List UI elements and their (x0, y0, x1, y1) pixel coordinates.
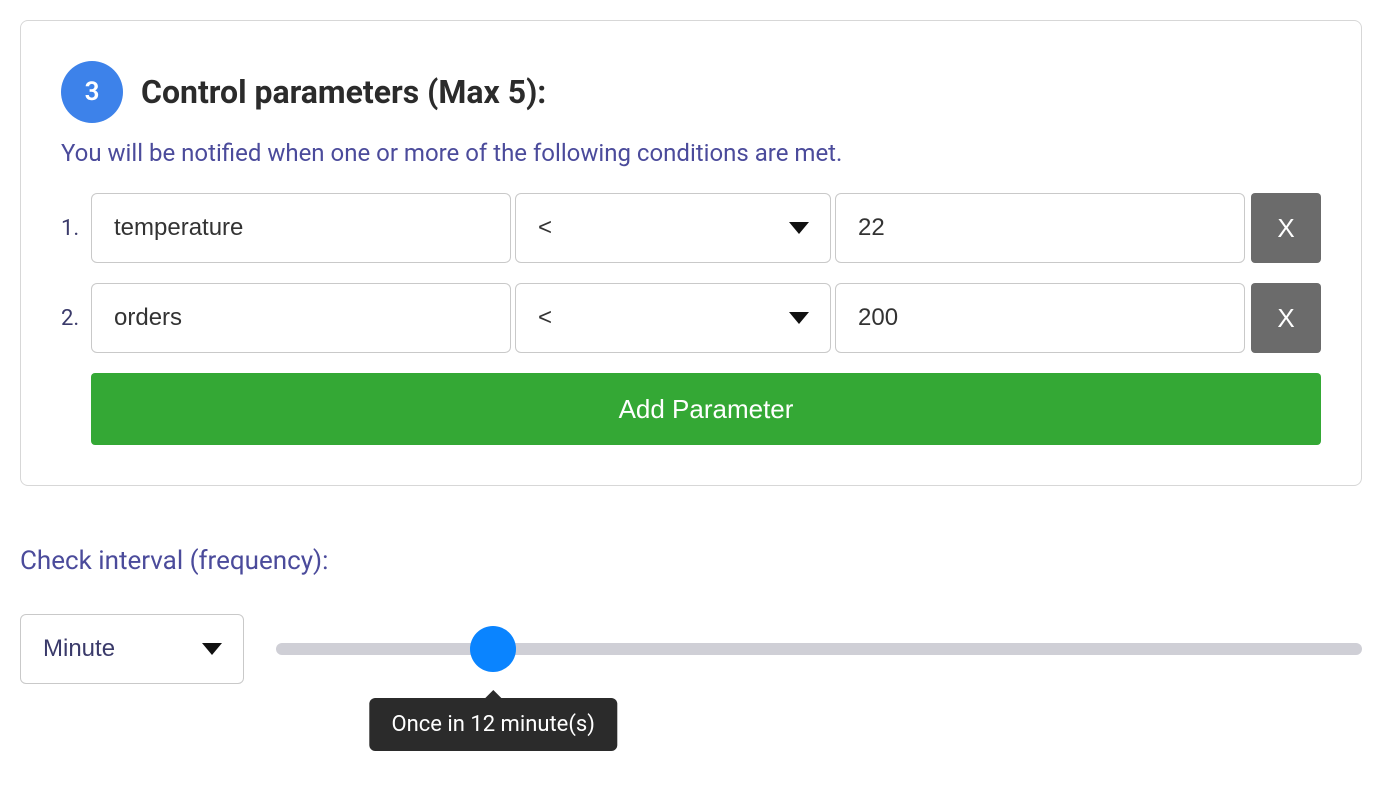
control-parameters-panel: 3 Control parameters (Max 5): You will b… (20, 20, 1362, 486)
parameter-name-input[interactable] (91, 283, 511, 353)
add-parameter-button[interactable]: Add Parameter (91, 373, 1321, 445)
interval-unit-value[interactable] (20, 614, 244, 684)
operator-value[interactable] (515, 283, 831, 353)
slider-thumb[interactable] (470, 626, 516, 672)
slider-tooltip: Once in 12 minute(s) (369, 698, 616, 751)
operator-select[interactable] (515, 193, 831, 263)
parameter-row: 1. X (61, 193, 1321, 263)
step-badge: 3 (61, 61, 123, 123)
panel-description: You will be notified when one or more of… (61, 139, 1321, 167)
parameter-row: 2. X (61, 283, 1321, 353)
panel-header: 3 Control parameters (Max 5): (61, 61, 1321, 123)
row-index: 2. (61, 306, 91, 331)
remove-parameter-button[interactable]: X (1251, 283, 1321, 353)
operator-select[interactable] (515, 283, 831, 353)
slider-track (276, 643, 1362, 655)
row-index: 1. (61, 216, 91, 241)
check-interval-label: Check interval (frequency): (20, 546, 1362, 576)
panel-title: Control parameters (Max 5): (141, 73, 546, 111)
interval-unit-select[interactable] (20, 614, 244, 684)
interval-slider[interactable]: Once in 12 minute(s) (276, 614, 1362, 684)
operator-value[interactable] (515, 193, 831, 263)
remove-parameter-button[interactable]: X (1251, 193, 1321, 263)
parameter-value-input[interactable] (835, 283, 1245, 353)
interval-row: Once in 12 minute(s) (20, 614, 1362, 684)
parameter-value-input[interactable] (835, 193, 1245, 263)
check-interval-section: Check interval (frequency): Once in 12 m… (20, 546, 1362, 684)
parameter-name-input[interactable] (91, 193, 511, 263)
